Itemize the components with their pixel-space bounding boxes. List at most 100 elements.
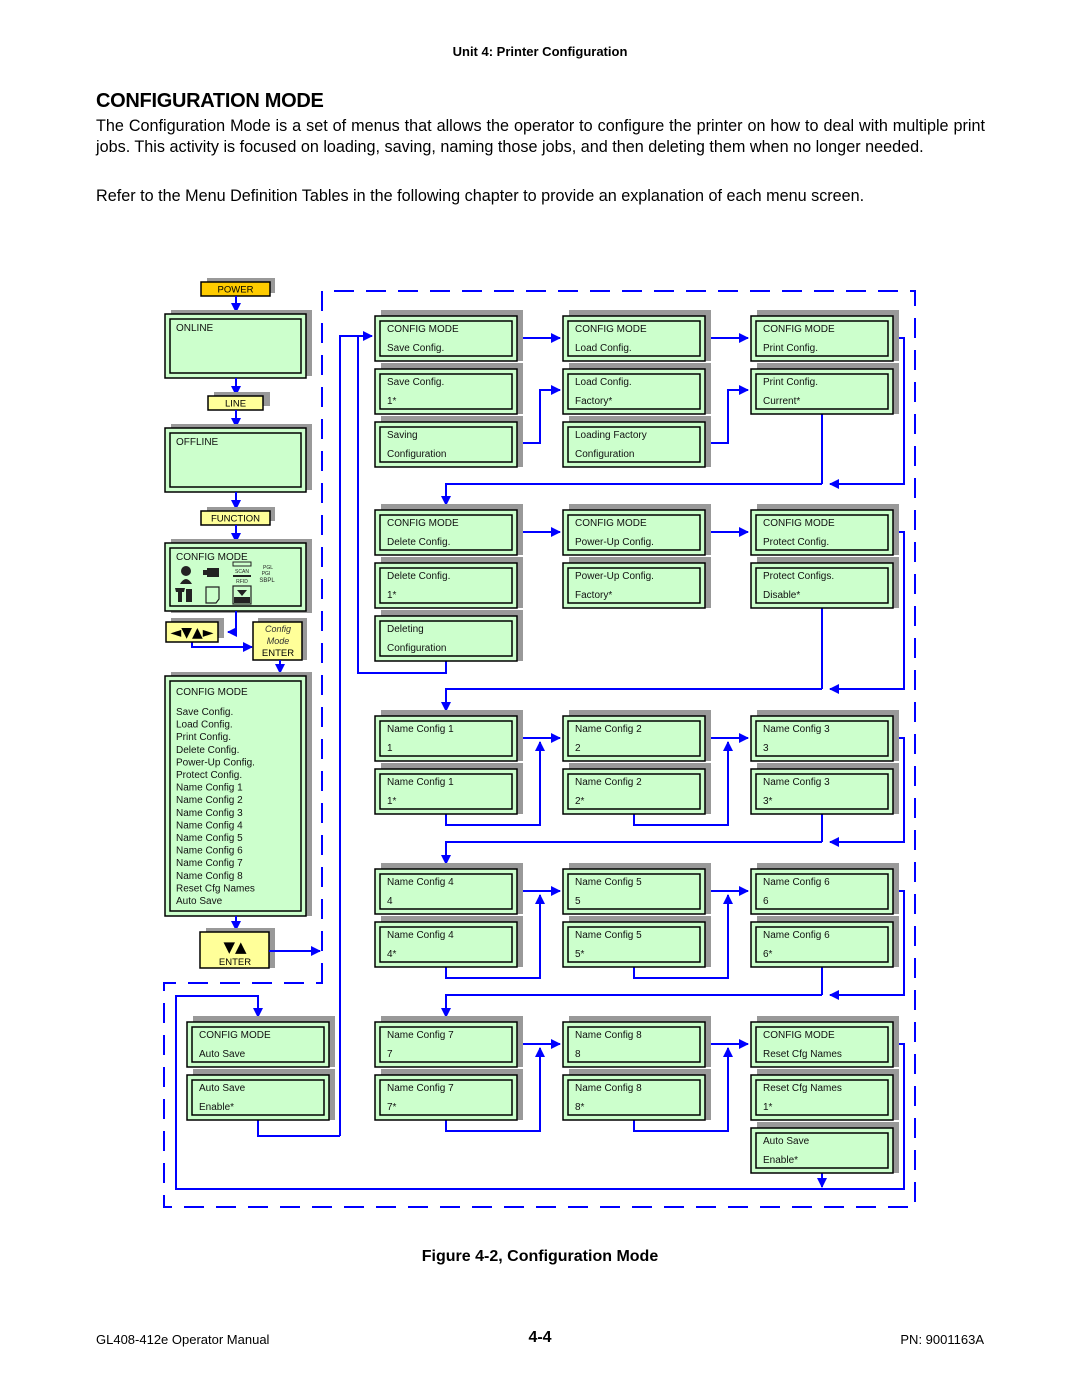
scroll-arrows-label: ▼▲	[223, 938, 247, 956]
screen-bezel	[750, 715, 894, 762]
page-icon	[205, 586, 220, 604]
screen-line2: 7	[387, 1049, 393, 1060]
connector	[441, 688, 822, 712]
lcd-screen-name-config-5-select: Name Config 5 5*	[562, 916, 711, 968]
screen-bezel	[374, 921, 518, 968]
screen-line2: 1*	[387, 796, 397, 807]
lcd-screen-name-config-2: Name Config 2 2	[562, 710, 711, 762]
screen-line1: Save Config.	[387, 377, 444, 388]
lcd-screen-name-config-6: Name Config 6 6	[750, 863, 899, 915]
screen-line1: Name Config 1	[387, 724, 454, 735]
screen-bezel	[750, 1074, 894, 1121]
screen-bezel	[562, 315, 706, 362]
line-key-label: LINE	[225, 399, 246, 410]
connector	[441, 994, 822, 1018]
screen-line2: 4	[387, 896, 393, 907]
screen-line2: 2	[575, 743, 581, 754]
screen-line1: Name Config 6	[763, 930, 830, 941]
screen-bezel	[750, 1127, 894, 1174]
lcd-screen-auto-save-final: Auto Save Enable*	[750, 1122, 899, 1174]
navigation-keys[interactable]: ◄▼▲►	[165, 618, 224, 643]
config-list-item: Power-Up Config.	[176, 757, 255, 768]
function-key-label: FUNCTION	[211, 514, 260, 525]
lcd-screen-name-config-4-select: Name Config 4 4*	[374, 916, 523, 968]
config-list-item: Name Config 8	[176, 871, 243, 882]
screen-bezel	[562, 1074, 706, 1121]
screen-line2: Factory*	[575, 590, 612, 601]
screen-bezel	[374, 562, 518, 609]
screen-line1: CONFIG MODE	[575, 324, 647, 335]
lcd-screen-print-config-select: Print Config. Current*	[750, 363, 899, 415]
config-mode-enter-key[interactable]: Config Mode ENTER	[252, 618, 307, 661]
lcd-screen-loading-factory: Loading Factory Configuration	[562, 416, 711, 468]
screen-line2: 1*	[763, 1102, 773, 1113]
config-list-item: Print Config.	[176, 732, 231, 743]
screen-line2: 5*	[575, 949, 585, 960]
config-list-item: Load Config.	[176, 720, 233, 731]
connector	[339, 331, 373, 1136]
screen-line1: Name Config 2	[575, 724, 642, 735]
screen-bezel	[562, 562, 706, 609]
screen-line1: Delete Config.	[387, 571, 450, 582]
screen-bezel	[750, 1021, 894, 1068]
screen-line1: Name Config 1	[387, 777, 454, 788]
enter-key-line3: ENTER	[262, 648, 294, 659]
lcd-screen-deleting-configuration: Deleting Configuration	[374, 610, 523, 662]
configuration-mode-diagram: CONFIG MODE Save Config. Save Config. 1* Sav…	[163, 278, 916, 1208]
screen-bezel	[562, 715, 706, 762]
screen-line1: Name Config 2	[575, 777, 642, 788]
config-list-item: Name Config 4	[176, 820, 243, 831]
screen-bezel	[562, 421, 706, 468]
screen-line2: 3	[763, 743, 769, 754]
screen-line1: CONFIG MODE	[763, 1030, 835, 1041]
screen-line1: Auto Save	[199, 1083, 246, 1094]
scroll-enter-key[interactable]: ▼▲ ENTER	[199, 928, 275, 969]
lcd-screen-name-config-1: Name Config 1 1	[374, 710, 523, 762]
screen-line2: 1	[387, 743, 393, 754]
power-key[interactable]: POWER	[200, 278, 275, 297]
screen-line2: Configuration	[387, 449, 446, 460]
config-list-item: Name Config 6	[176, 846, 243, 857]
screen-bezel	[374, 509, 518, 556]
screen-line1: Loading Factory	[575, 430, 647, 441]
screen-line2: Enable*	[199, 1102, 234, 1113]
screen-line1: Name Config 6	[763, 877, 830, 888]
function-key[interactable]: FUNCTION	[200, 507, 275, 526]
screen-line2: Configuration	[575, 449, 634, 460]
lcd-screen-save-config-menu: CONFIG MODE Save Config.	[374, 310, 523, 362]
screen-line1: Name Config 5	[575, 930, 642, 941]
screen-line2: Reset Cfg Names	[763, 1049, 842, 1060]
screen-bezel	[562, 768, 706, 815]
screen-line2: 1*	[387, 590, 397, 601]
scroll-enter-label: ENTER	[219, 957, 251, 968]
screen-line2: 3*	[763, 796, 773, 807]
screen-line2: 5	[575, 896, 581, 907]
lcd-screen-reset-cfg-names-select: Reset Cfg Names 1*	[750, 1069, 899, 1121]
screen-line1: CONFIG MODE	[199, 1030, 271, 1041]
connector	[517, 385, 561, 444]
line-key[interactable]: LINE	[207, 392, 270, 411]
screen-line2: Save Config.	[387, 343, 444, 354]
config-list-item: Auto Save	[176, 896, 223, 907]
config-list-item: Name Config 1	[176, 783, 243, 794]
screen-line2: Enable*	[763, 1155, 798, 1166]
screen-line2: Current*	[763, 396, 800, 407]
screen-line1: CONFIG MODE	[387, 324, 459, 335]
screen-bezel	[750, 868, 894, 915]
lcd-screen-delete-config-select: Delete Config. 1*	[374, 557, 523, 609]
lcd-screen-print-config-menu: CONFIG MODE Print Config.	[750, 310, 899, 362]
enter-key-line2: Mode	[267, 636, 290, 646]
online-label: ONLINE	[176, 323, 214, 334]
screen-line2: Auto Save	[199, 1049, 246, 1060]
screen-line1: Saving	[387, 430, 418, 441]
screen-bezel	[374, 868, 518, 915]
power-key-label: POWER	[218, 285, 254, 296]
offline-label: OFFLINE	[176, 437, 219, 448]
screen-line2: 6	[763, 896, 769, 907]
screen-line2: 4*	[387, 949, 397, 960]
nav-arrows-label: ◄▼▲►	[170, 625, 213, 641]
screen-line1: Name Config 3	[763, 724, 830, 735]
screen-line1: Name Config 5	[575, 877, 642, 888]
connector	[257, 1120, 340, 1137]
screen-bezel	[750, 562, 894, 609]
